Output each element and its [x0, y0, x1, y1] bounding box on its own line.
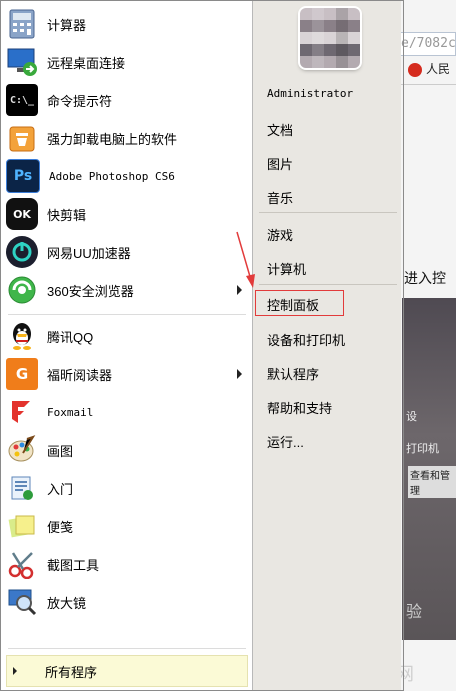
- program-item-qq[interactable]: 腾讯QQ: [6, 318, 248, 354]
- program-label: 360安全浏览器: [47, 283, 134, 299]
- program-item-uu-accelerator[interactable]: 网易UU加速器: [6, 234, 248, 270]
- magnifier-icon: [6, 586, 38, 618]
- people-daily-icon: [408, 62, 422, 77]
- user-avatar[interactable]: [300, 8, 360, 68]
- program-label: 网易UU加速器: [47, 245, 131, 261]
- program-label: 截图工具: [47, 557, 100, 573]
- menu-item-run[interactable]: 运行...: [267, 432, 304, 452]
- uu-accelerator-icon: [6, 236, 38, 268]
- favorite-label: 人民: [426, 62, 451, 76]
- menu-item-music[interactable]: 音乐: [267, 188, 293, 208]
- menu-item-documents[interactable]: 文档: [267, 120, 293, 140]
- menu-item-games[interactable]: 游戏: [267, 225, 293, 245]
- pdf-reader-icon: G: [6, 358, 38, 390]
- divider: [8, 648, 246, 649]
- getting-started-icon: [6, 472, 38, 504]
- foxmail-icon: [6, 396, 38, 428]
- program-item-pdf-reader[interactable]: G 福昕阅读器: [6, 356, 248, 392]
- program-label: 福昕阅读器: [47, 367, 113, 383]
- all-programs-button[interactable]: 所有程序: [6, 655, 248, 687]
- screenshot-text: 查看和管理: [408, 466, 456, 498]
- start-menu-places-pane: Administrator 文档 图片 音乐 游戏 计算机 控制面板 设备和打印…: [253, 0, 401, 691]
- program-label: 画图: [47, 443, 74, 459]
- divider: [8, 314, 246, 315]
- program-item-uninstaller[interactable]: 强力卸载电脑上的软件: [6, 120, 248, 156]
- paint-palette-icon: [6, 434, 38, 466]
- program-label: 放大镜: [47, 595, 87, 611]
- address-bar[interactable]: e/7082c: [396, 32, 456, 56]
- program-item-snipping-tool[interactable]: 截图工具: [6, 546, 248, 582]
- browser-360-icon: [6, 274, 38, 306]
- program-item-remote-desktop[interactable]: 远程桌面连接: [6, 44, 248, 80]
- program-label: 计算器: [47, 17, 87, 33]
- program-label: Foxmail: [47, 405, 94, 419]
- expand-arrow-icon: [13, 667, 17, 675]
- qq-penguin-icon: [6, 320, 38, 352]
- snipping-tool-icon: [6, 548, 38, 580]
- program-label: 命令提示符: [47, 93, 113, 109]
- program-label: 便笺: [47, 519, 74, 535]
- menu-item-default-programs[interactable]: 默认程序: [267, 364, 319, 384]
- program-item-paint[interactable]: 画图: [6, 432, 248, 468]
- calculator-icon: [6, 8, 38, 40]
- program-item-photoshop[interactable]: Ps Adobe Photoshop CS6: [6, 158, 248, 194]
- program-label: 腾讯QQ: [47, 329, 94, 345]
- article-text: 进入控: [404, 270, 446, 286]
- video-editor-icon: OK: [6, 198, 38, 230]
- screenshot-text: 设: [406, 411, 417, 423]
- background-browser-window: e/7082c 人民 进入控 设 打印机 查看和管理 验 爱创根知识网: [396, 0, 456, 691]
- submenu-arrow-icon[interactable]: [237, 369, 242, 379]
- screenshot-text: 打印机: [406, 443, 439, 455]
- program-item-foxmail[interactable]: Foxmail: [6, 394, 248, 430]
- menu-item-help-support[interactable]: 帮助和支持: [267, 398, 332, 418]
- program-item-magnifier[interactable]: 放大镜: [6, 584, 248, 620]
- annotation-arrow-icon: [236, 231, 255, 288]
- program-item-sticky-notes[interactable]: 便笺: [6, 508, 248, 544]
- program-item-getting-started[interactable]: 入门: [6, 470, 248, 506]
- toolbar-divider: [396, 84, 456, 85]
- program-label: 入门: [47, 481, 74, 497]
- user-name-link[interactable]: Administrator: [267, 87, 353, 107]
- menu-item-computer[interactable]: 计算机: [267, 259, 306, 279]
- divider: [259, 284, 397, 285]
- screenshot-text: 验: [406, 604, 423, 621]
- program-label: 强力卸载电脑上的软件: [47, 131, 178, 147]
- program-item-cmd[interactable]: C:\_ 命令提示符: [6, 82, 248, 118]
- menu-item-devices-printers[interactable]: 设备和打印机: [267, 330, 345, 350]
- start-menu-programs-pane: 计算器 远程桌面连接 C:\_ 命令提示符 强力卸载电脑上的软件 Ps Adob…: [0, 0, 253, 691]
- program-item-video-editor[interactable]: OK 快剪辑: [6, 196, 248, 232]
- program-item-360-browser[interactable]: 360安全浏览器: [6, 272, 248, 308]
- remote-desktop-icon: [6, 46, 38, 78]
- uninstall-icon: [6, 122, 38, 154]
- photoshop-icon: Ps: [6, 159, 40, 193]
- sticky-notes-icon: [6, 510, 38, 542]
- favorite-link[interactable]: 人民: [408, 60, 450, 77]
- program-label: 快剪辑: [47, 207, 87, 223]
- program-item-calculator[interactable]: 计算器: [6, 6, 248, 42]
- article-screenshot: 设 打印机 查看和管理 验: [402, 298, 456, 640]
- divider: [259, 212, 397, 213]
- program-label: 远程桌面连接: [47, 55, 126, 71]
- program-label: Adobe Photoshop CS6: [49, 169, 175, 183]
- all-programs-label: 所有程序: [45, 664, 98, 680]
- cmd-icon: C:\_: [6, 84, 38, 116]
- menu-item-control-panel[interactable]: 控制面板: [267, 295, 319, 315]
- menu-item-pictures[interactable]: 图片: [267, 154, 293, 174]
